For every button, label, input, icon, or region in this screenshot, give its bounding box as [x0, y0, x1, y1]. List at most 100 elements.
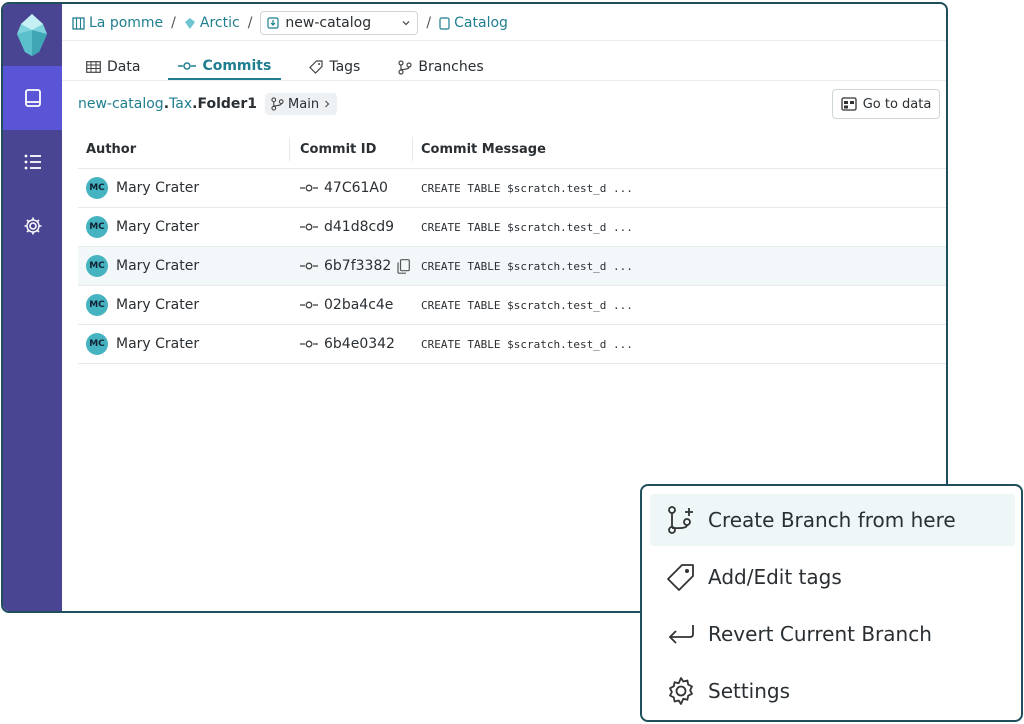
menu-item-settings[interactable]: Settings — [650, 665, 1015, 717]
nav-catalog-button[interactable] — [3, 66, 62, 130]
commit-id[interactable]: 47C61A0 — [324, 180, 388, 196]
avatar: MC — [86, 294, 108, 316]
menu-item-label: Settings — [708, 679, 791, 703]
iceberg-logo-icon[interactable] — [13, 12, 51, 58]
commit-message-cell: CREATE TABLE $scratch.test_d ... — [413, 208, 946, 246]
column-header-commit-message[interactable]: Commit Message — [413, 130, 946, 168]
tab-commits[interactable]: Commits — [168, 54, 282, 80]
path-segment-current: Folder1 — [197, 96, 258, 112]
dataset-icon — [841, 97, 857, 111]
breadcrumb-project-label: Arctic — [199, 15, 240, 31]
tab-bar: Data Commits Tags Branches — [86, 54, 522, 80]
ref-chip-label: Main — [288, 96, 320, 112]
commit-message: CREATE TABLE $scratch.test_d ... — [421, 259, 633, 273]
building-icon — [72, 16, 85, 30]
branch-icon — [271, 97, 284, 111]
gem-icon — [184, 17, 195, 29]
commit-id[interactable]: 6b7f3382 — [324, 258, 391, 274]
author-cell: MC Mary Crater — [78, 247, 290, 285]
commit-message-cell: CREATE TABLE $scratch.test_d ... — [413, 286, 946, 324]
dataset-path: new-catalog.Tax.Folder1 — [78, 96, 257, 112]
tab-branches-label: Branches — [418, 59, 484, 75]
commit-message: CREATE TABLE $scratch.test_d ... — [421, 220, 633, 234]
author-cell: MC Mary Crater — [78, 208, 290, 246]
ref-chip[interactable]: Main — [265, 93, 338, 115]
commit-icon — [300, 340, 318, 348]
path-segment[interactable]: new-catalog — [78, 96, 164, 112]
menu-item-create-branch[interactable]: Create Branch from here — [650, 494, 1015, 546]
menu-item-label: Revert Current Branch — [708, 622, 932, 646]
chevron-down-icon — [402, 21, 410, 26]
branch-icon — [398, 59, 412, 75]
table-icon — [86, 61, 101, 73]
tab-tags[interactable]: Tags — [309, 54, 360, 80]
tag-icon — [309, 60, 323, 74]
gear-icon — [669, 677, 693, 705]
gear-icon — [24, 217, 41, 235]
commit-id-cell: 6b7f3382 — [290, 247, 413, 285]
commit-context-menu: Create Branch from here Add/Edit tags Re… — [640, 484, 1023, 722]
commit-id-cell: 6b4e0342 — [290, 325, 413, 363]
go-to-data-label: Go to data — [862, 96, 932, 112]
go-to-data-button[interactable]: Go to data — [832, 89, 940, 119]
divider — [62, 80, 946, 81]
tab-commits-label: Commits — [202, 58, 272, 74]
author-cell: MC Mary Crater — [78, 169, 290, 207]
commit-icon — [178, 62, 197, 70]
tab-data[interactable]: Data — [86, 54, 140, 80]
table-row[interactable]: MC Mary Crater d41d8cd9 CREATE TABLE $sc… — [78, 208, 946, 247]
author-name: Mary Crater — [116, 336, 200, 352]
branch-plus-icon — [668, 506, 693, 534]
author-cell: MC Mary Crater — [78, 325, 290, 363]
menu-item-revert-branch[interactable]: Revert Current Branch — [650, 608, 1015, 660]
menu-item-label: Add/Edit tags — [708, 565, 842, 589]
commit-id[interactable]: d41d8cd9 — [324, 219, 394, 235]
tab-branches[interactable]: Branches — [398, 54, 484, 80]
commit-message: CREATE TABLE $scratch.test_d ... — [421, 181, 633, 195]
author-name: Mary Crater — [116, 258, 200, 274]
breadcrumb-separator: / — [171, 15, 176, 31]
table-row[interactable]: MC Mary Crater 6b4e0342 CREATE TABLE $sc… — [78, 325, 946, 364]
commit-message: CREATE TABLE $scratch.test_d ... — [421, 337, 633, 351]
avatar: MC — [86, 216, 108, 238]
book-icon — [24, 89, 41, 107]
breadcrumb-project[interactable]: Arctic — [184, 15, 240, 31]
nav-settings-button[interactable] — [3, 194, 62, 258]
commit-message: CREATE TABLE $scratch.test_d ... — [421, 298, 633, 312]
commits-table: Author Commit ID Commit Message MC Mary … — [78, 130, 946, 364]
breadcrumb-org-label: La pomme — [89, 15, 164, 31]
path-segment[interactable]: Tax — [169, 96, 192, 112]
author-name: Mary Crater — [116, 219, 200, 235]
commit-id-cell: 02ba4c4e — [290, 286, 413, 324]
nav-rail — [3, 4, 62, 611]
breadcrumb-catalog-label: Catalog — [454, 15, 508, 31]
chevron-right-icon — [325, 100, 330, 108]
avatar: MC — [86, 333, 108, 355]
breadcrumb-separator: / — [426, 15, 432, 31]
tab-tags-label: Tags — [329, 59, 361, 75]
commit-id-cell: 47C61A0 — [290, 169, 413, 207]
commit-id[interactable]: 02ba4c4e — [324, 297, 393, 313]
author-cell: MC Mary Crater — [78, 286, 290, 324]
breadcrumb-catalog[interactable]: Catalog — [439, 15, 508, 31]
column-header-commit-id[interactable]: Commit ID — [290, 137, 413, 161]
list-icon — [24, 154, 41, 170]
author-name: Mary Crater — [116, 297, 200, 313]
breadcrumb-org[interactable]: La pomme — [72, 15, 163, 31]
branch-select[interactable]: new-catalog — [260, 11, 419, 35]
commit-id[interactable]: 6b4e0342 — [324, 336, 395, 352]
table-header: Author Commit ID Commit Message — [78, 130, 946, 169]
copy-icon[interactable] — [397, 258, 411, 274]
commit-icon — [300, 262, 318, 270]
author-name: Mary Crater — [116, 180, 200, 196]
nav-jobs-button[interactable] — [3, 130, 62, 194]
tab-data-label: Data — [107, 59, 141, 75]
column-header-author[interactable]: Author — [78, 137, 290, 161]
branch-select-value: new-catalog — [285, 15, 372, 31]
menu-item-add-edit-tags[interactable]: Add/Edit tags — [650, 551, 1015, 603]
table-row[interactable]: MC Mary Crater 6b7f3382 CREATE TABLE $sc… — [78, 247, 946, 286]
divider — [62, 40, 946, 41]
table-row[interactable]: MC Mary Crater 02ba4c4e CREATE TABLE $sc… — [78, 286, 946, 325]
path-row: new-catalog.Tax.Folder1 Main — [78, 93, 338, 115]
table-row[interactable]: MC Mary Crater 47C61A0 CREATE TABLE $scr… — [78, 169, 946, 208]
